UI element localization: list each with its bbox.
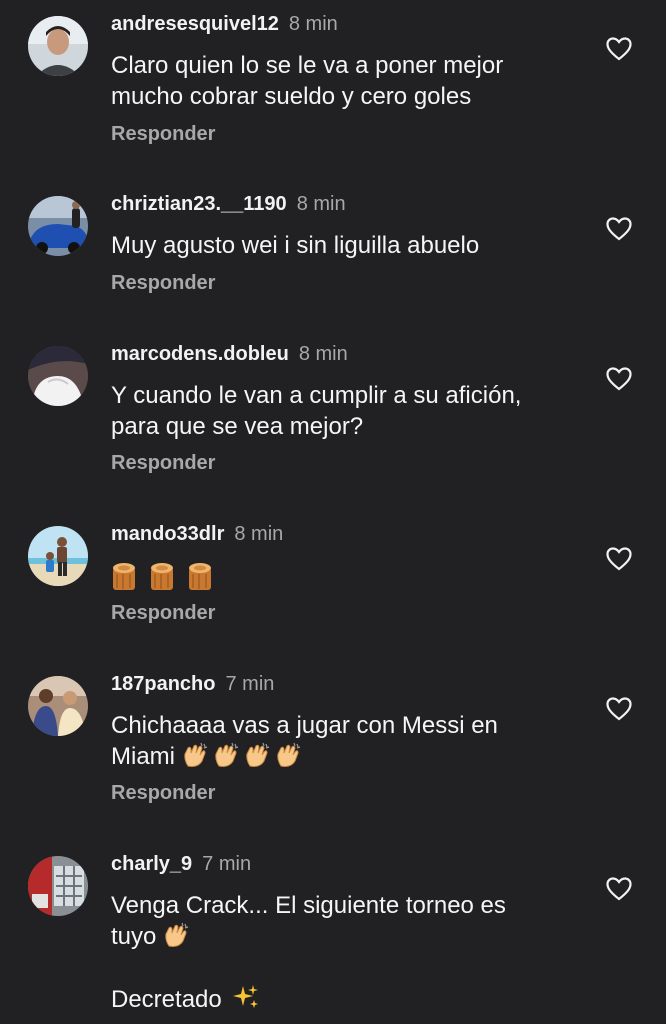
comment-item: 187pancho 7 min Chichaaaa vas a jugar con… [0,660,666,840]
clapping-hands-emoji [213,742,239,768]
comment-meta: mando33dlr 8 min [111,520,283,548]
comment-line: Muy agusto wei i sin liguilla abuelo [111,232,480,259]
clapping-hands-emoji [182,742,208,768]
comment-text [111,560,581,592]
avatar[interactable] [28,16,88,76]
clapping-hands-emoji [163,922,189,948]
comment-line [111,560,581,592]
heart-icon[interactable] [606,37,632,61]
comment-line: Y cuando le van a cumplir a su afición, [111,382,522,409]
reply-button[interactable]: Responder [111,272,215,295]
heart-icon[interactable] [606,547,632,571]
comment-line: Decretado [111,983,581,1015]
comment-meta: chriztian23.__1190 8 min [111,190,346,218]
timestamp: 8 min [288,13,338,35]
comment-item: andresesquivel12 8 min Claro quien lo se … [0,0,666,180]
timestamp: 8 min [296,193,346,215]
comment-line: Miami [111,741,581,772]
comment-meta: 187pancho 7 min [111,670,274,698]
comment-meta: marcodens.dobleu 8 min [111,340,348,368]
comment-item: charly_9 7 min Venga Crack... El siguient… [0,840,666,1024]
comment-text: Venga Crack... El siguiente torneo es tu… [111,890,581,1015]
comment-meta: charly_9 7 min [111,850,251,878]
username[interactable]: charly_9 [111,853,192,875]
heart-icon[interactable] [606,877,632,901]
timestamp: 7 min [202,853,252,875]
comment-line: Chichaaaa vas a jugar con Messi en [111,712,498,739]
reply-button[interactable]: Responder [111,452,215,475]
comment-line-blank [111,952,581,983]
reply-button[interactable]: Responder [111,123,215,146]
avatar[interactable] [28,346,88,406]
clapping-hands-emoji [275,742,301,768]
comment-line: Venga Crack... El siguiente torneo es [111,892,506,919]
timestamp: 8 min [234,523,284,545]
reply-button[interactable]: Responder [111,602,215,625]
comment-line-text: tuyo [111,923,157,950]
avatar[interactable] [28,196,88,256]
comment-item: marcodens.dobleu 8 min Y cuando le van a … [0,330,666,510]
clapping-hands-emoji [244,742,270,768]
reply-button[interactable]: Responder [111,782,215,805]
wood-emoji [111,562,137,592]
comment-text: Claro quien lo se le va a poner mejor mu… [111,50,581,112]
username[interactable]: mando33dlr [111,523,224,545]
username[interactable]: 187pancho [111,673,215,695]
comment-text: Chichaaaa vas a jugar con Messi en Miami [111,710,581,772]
comment-text: Muy agusto wei i sin liguilla abuelo [111,230,581,261]
comment-line: mucho cobrar sueldo y cero goles [111,83,472,110]
username[interactable]: chriztian23.__1190 [111,193,287,215]
heart-icon[interactable] [606,367,632,391]
username[interactable]: andresesquivel12 [111,13,279,35]
comment-item: mando33dlr 8 min Responder [0,510,666,660]
wood-emoji [149,562,175,592]
heart-icon[interactable] [606,217,632,241]
avatar[interactable] [28,856,88,916]
comment-meta: andresesquivel12 8 min [111,10,338,38]
heart-icon[interactable] [606,697,632,721]
timestamp: 8 min [298,343,348,365]
comment-line: tuyo [111,921,581,952]
wood-emoji [187,562,213,592]
comment-line: para que se vea mejor? [111,413,364,440]
sparkles-emoji [232,983,260,1011]
avatar[interactable] [28,676,88,736]
timestamp: 7 min [225,673,275,695]
username[interactable]: marcodens.dobleu [111,343,289,365]
comment-line-text: Decretado [111,986,222,1013]
avatar[interactable] [28,526,88,586]
comment-text: Y cuando le van a cumplir a su afición, … [111,380,581,442]
comment-item: chriztian23.__1190 8 min Muy agusto wei i… [0,180,666,330]
comment-line: Claro quien lo se le va a poner mejor [111,52,504,79]
comment-line-text: Miami [111,743,175,770]
